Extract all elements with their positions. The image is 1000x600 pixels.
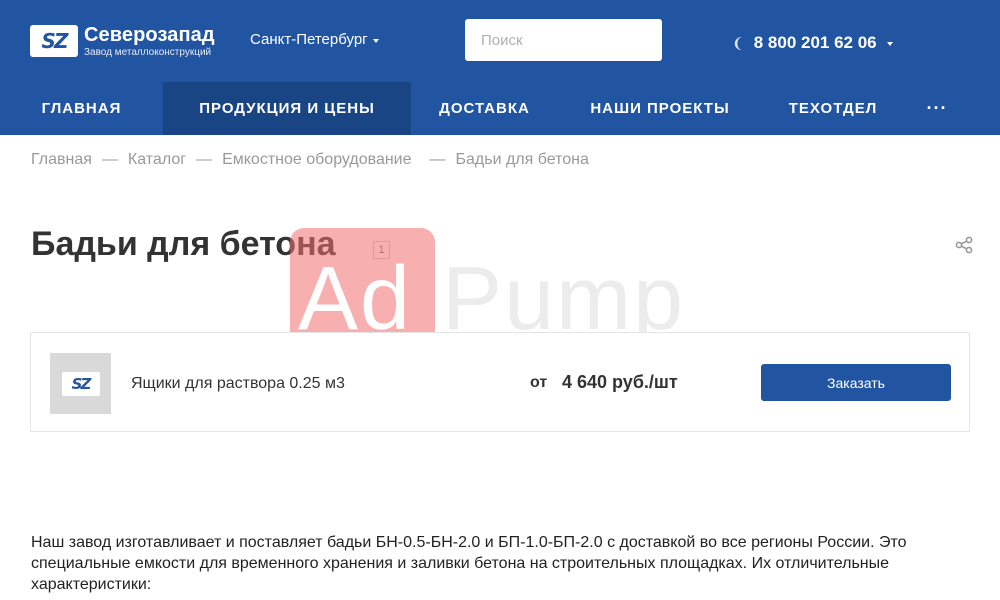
breadcrumb-category[interactable]: Емкостное оборудование <box>222 151 411 169</box>
main-nav: Главная Продукция и цены Доставка Наши п… <box>0 82 1000 135</box>
phone-number: 8 800 201 62 06 <box>753 33 877 52</box>
share-icon[interactable] <box>955 236 973 254</box>
order-button[interactable]: Заказать <box>761 364 951 401</box>
header-bar: SZ Северозапад Завод металлоконструкций … <box>0 0 1000 82</box>
logo-mark-icon: SZ <box>61 371 100 396</box>
chevron-down-icon <box>372 38 379 43</box>
nav-item-products[interactable]: Продукция и цены <box>163 82 411 135</box>
nav-item-home[interactable]: Главная <box>0 82 163 135</box>
breadcrumb-home[interactable]: Главная <box>31 151 92 169</box>
nav-item-delivery[interactable]: Доставка <box>411 82 558 135</box>
product-price: 4 640 руб./шт <box>562 372 678 392</box>
logo-name: Северозапад <box>84 23 215 46</box>
city-label: Санкт-Петербург <box>250 31 368 48</box>
price-prefix: от <box>530 374 548 391</box>
product-card: SZ Ящики для раствора 0.25 м3 от 4 640 р… <box>30 332 970 432</box>
city-selector[interactable]: Санкт-Петербург <box>250 31 379 48</box>
logo-mark-icon: SZ <box>30 25 78 57</box>
chevron-down-icon[interactable] <box>886 42 893 46</box>
description-text: Наш завод изготавливает и поставляет бад… <box>31 534 907 593</box>
product-name[interactable]: Ящики для раствора 0.25 м3 <box>131 375 345 393</box>
logo[interactable]: SZ Северозапад Завод металлоконструкций <box>30 22 215 60</box>
breadcrumb-current: Бадьи для бетона <box>455 151 589 168</box>
product-thumbnail[interactable]: SZ <box>50 353 111 414</box>
breadcrumb-separator: — <box>196 151 213 168</box>
breadcrumb: Главная — Каталог — Емкостное оборудован… <box>31 151 589 169</box>
breadcrumb-catalog[interactable]: Каталог <box>128 151 186 169</box>
breadcrumb-separator: — <box>101 151 118 168</box>
nav-item-projects[interactable]: Наши проекты <box>558 82 762 135</box>
nav-item-techdept[interactable]: Техотдел <box>762 82 904 135</box>
phone-block[interactable]: ❨ 8 800 201 62 06 <box>732 33 893 53</box>
nav-more-icon[interactable]: ··· <box>927 82 947 135</box>
phone-icon: ❨ <box>732 34 744 51</box>
search-input[interactable] <box>465 19 662 61</box>
breadcrumb-separator: — <box>429 151 446 168</box>
logo-subtitle: Завод металлоконструкций <box>84 46 212 58</box>
